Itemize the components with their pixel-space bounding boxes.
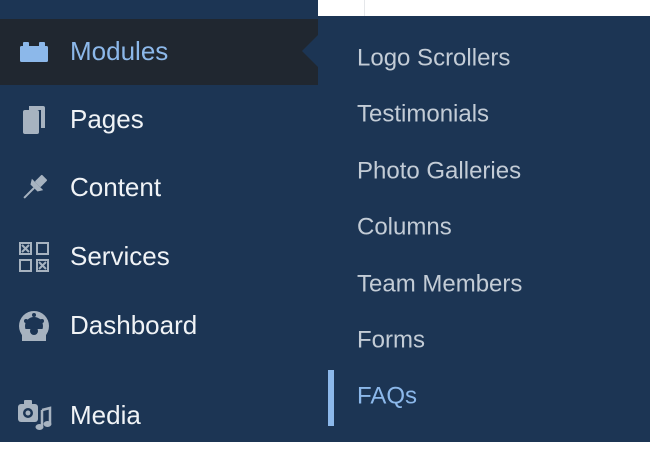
admin-sidebar: Modules Pages Content Services Dashboard… xyxy=(0,0,318,442)
sidebar-item-label: Dashboard xyxy=(70,309,198,340)
submenu-item-label: Logo Scrollers xyxy=(357,44,511,72)
pages-icon xyxy=(14,100,54,140)
sidebar-item-services[interactable]: Services xyxy=(0,224,318,290)
sidebar-item-label: Content xyxy=(70,171,162,202)
sidebar-item-dashboard[interactable]: Dashboard xyxy=(0,293,318,359)
sidebar-item-pages[interactable]: Pages xyxy=(0,87,318,153)
media-icon xyxy=(14,396,54,436)
gauge-icon xyxy=(14,306,54,346)
modules-submenu: Logo Scrollers Testimonials Photo Galler… xyxy=(318,16,650,442)
submenu-item-logo-scrollers[interactable]: Logo Scrollers xyxy=(318,31,650,87)
content-area-edge xyxy=(318,0,650,16)
submenu-item-label: Team Members xyxy=(357,270,523,298)
sidebar-item-label: Pages xyxy=(70,103,144,134)
submenu-item-photo-galleries[interactable]: Photo Galleries xyxy=(318,144,650,200)
submenu-item-forms[interactable]: Forms xyxy=(318,313,650,369)
submenu-item-label: FAQs xyxy=(357,382,418,410)
sidebar-item-modules[interactable]: Modules xyxy=(0,19,318,85)
active-submenu-notch xyxy=(302,35,318,67)
submenu-item-label: Forms xyxy=(357,326,425,354)
submenu-item-columns[interactable]: Columns xyxy=(318,200,650,256)
submenu-item-label: Photo Galleries xyxy=(357,157,522,185)
content-divider xyxy=(364,0,365,16)
submenu-item-team-members[interactable]: Team Members xyxy=(318,257,650,313)
submenu-item-label: Columns xyxy=(357,213,452,241)
current-item-indicator xyxy=(328,370,334,426)
sidebar-item-label: Media xyxy=(70,399,141,430)
grid-icon xyxy=(14,237,54,277)
submenu-item-testimonials[interactable]: Testimonials xyxy=(318,87,650,143)
sidebar-item-content[interactable]: Content xyxy=(0,155,318,221)
submenu-item-label: Testimonials xyxy=(357,100,490,128)
puzzle-block-icon xyxy=(14,32,54,72)
pin-icon xyxy=(14,168,54,208)
sidebar-item-media[interactable]: Media xyxy=(0,383,318,449)
submenu-item-faqs[interactable]: FAQs xyxy=(318,369,650,426)
sidebar-item-label: Modules xyxy=(70,35,169,66)
sidebar-item-label: Services xyxy=(70,240,170,271)
